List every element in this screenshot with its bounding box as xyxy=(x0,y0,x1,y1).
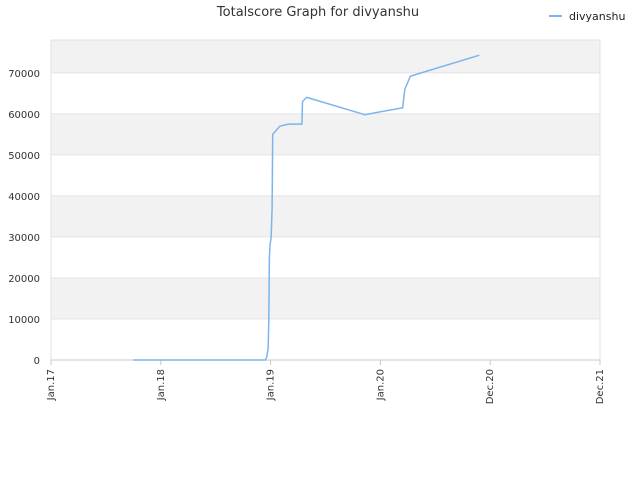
y-axis-tick-labels: 0 10000 20000 30000 40000 50000 60000 70000 xyxy=(8,69,40,367)
legend-label: divyanshu xyxy=(569,10,625,23)
y-tick-label: 40000 xyxy=(8,192,40,203)
x-tick-label: Dec.21 xyxy=(595,369,606,404)
totalscore-chart: 0 10000 20000 30000 40000 50000 60000 70000 Jan… xyxy=(8,5,625,404)
plot-band xyxy=(51,236,600,278)
plot-band xyxy=(51,40,600,73)
chart-title: Totalscore Graph for divyanshu xyxy=(216,5,419,20)
plot-band xyxy=(51,195,600,237)
legend[interactable]: divyanshu xyxy=(549,10,625,23)
y-tick-label: 70000 xyxy=(8,69,40,80)
x-tick-label: Jan.20 xyxy=(375,369,386,401)
y-tick-label: 20000 xyxy=(8,274,40,285)
x-tick-label: Dec.20 xyxy=(485,369,496,404)
plot-band xyxy=(51,318,600,360)
y-tick-label: 60000 xyxy=(8,110,40,121)
y-tick-label: 0 xyxy=(34,356,40,367)
x-tick-label: Jan.17 xyxy=(46,369,57,401)
plot-band xyxy=(51,72,600,114)
x-tick-label: Jan.18 xyxy=(156,369,167,401)
y-tick-label: 50000 xyxy=(8,151,40,162)
y-tick-label: 10000 xyxy=(8,315,40,326)
plot-band xyxy=(51,154,600,196)
x-tick-label: Jan.19 xyxy=(266,369,277,401)
x-axis-tick-labels: Jan.17 Jan.18 Jan.19 Jan.20 Dec.20 Dec.21 xyxy=(46,369,606,404)
plot-band xyxy=(51,113,600,155)
y-tick-label: 30000 xyxy=(8,233,40,244)
plot-bands xyxy=(50,39,601,361)
plot-band xyxy=(51,277,600,319)
